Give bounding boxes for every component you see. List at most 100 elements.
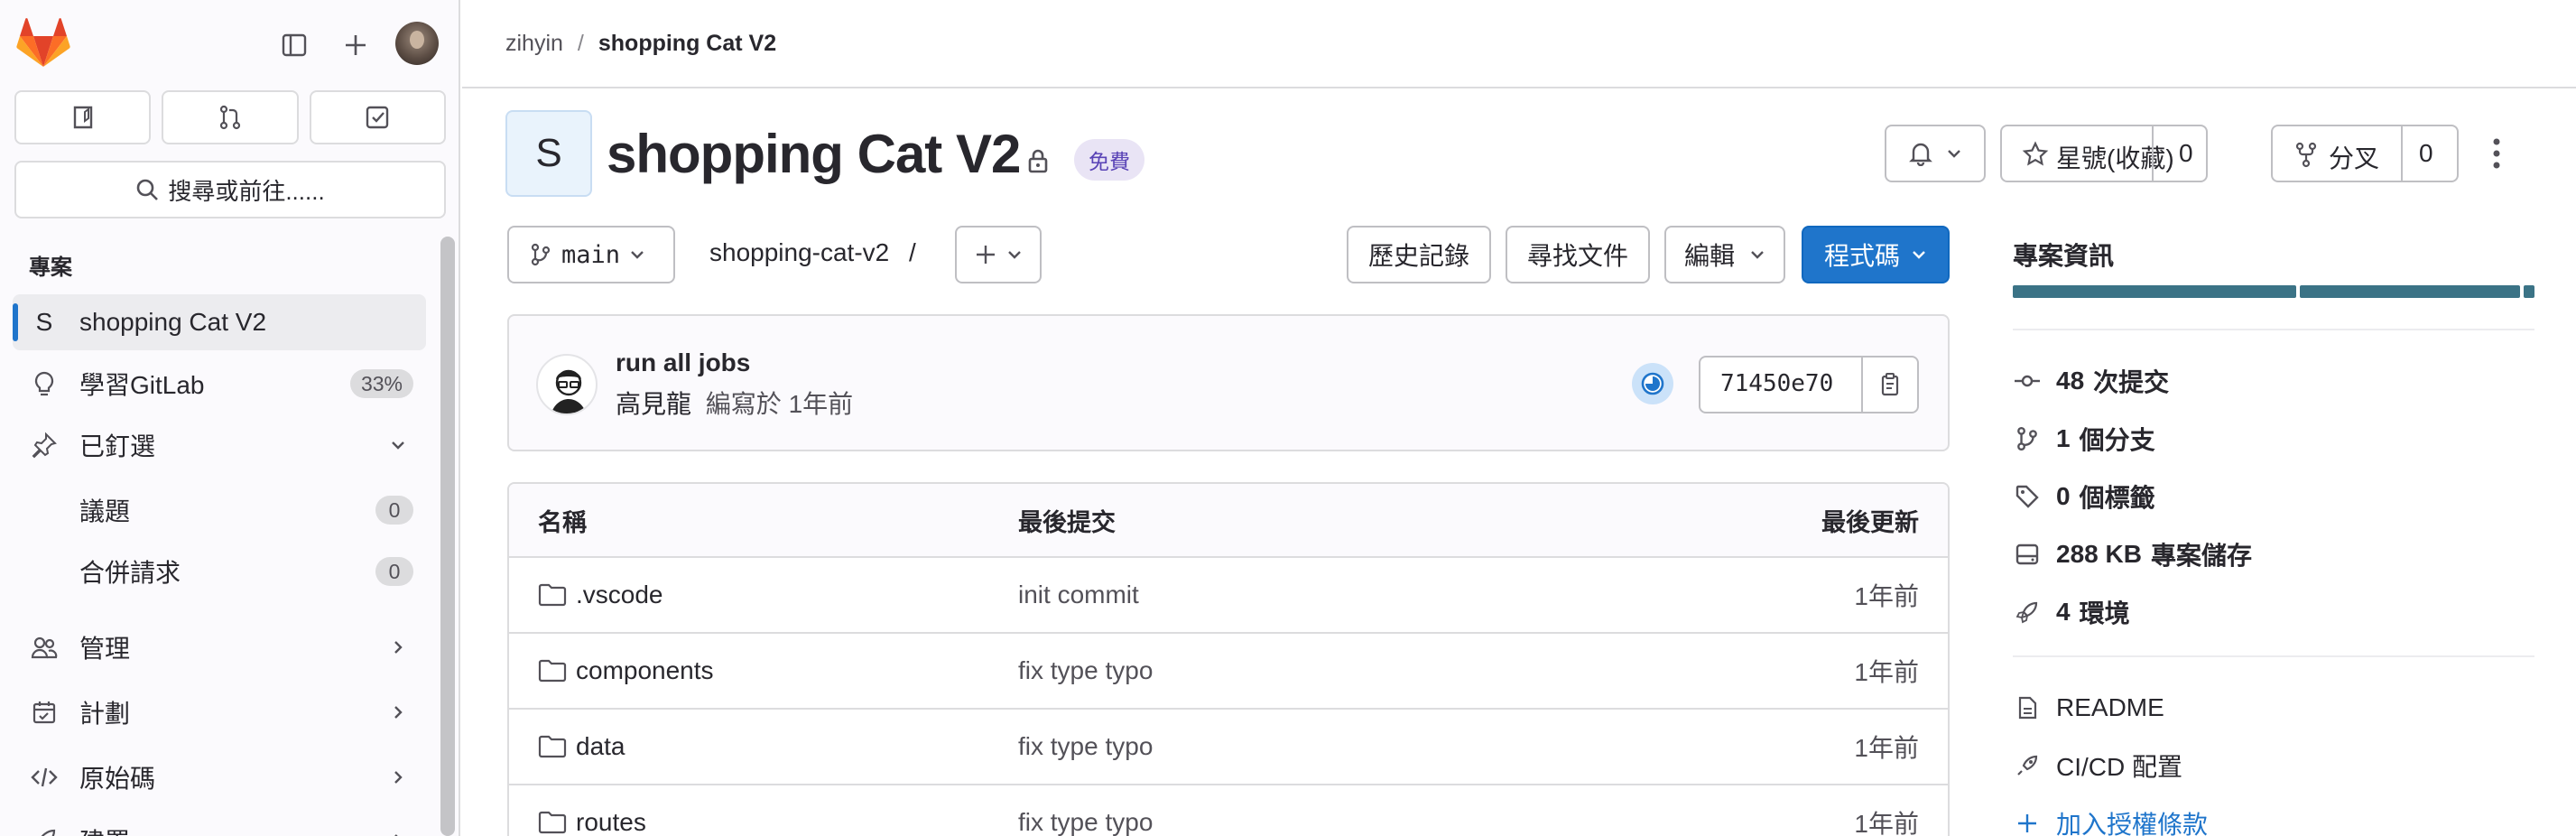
cicd-config-link[interactable]: CI/CD 配置 (2013, 748, 2182, 784)
last-update-cell: 1年前 (1854, 582, 1919, 610)
file-name-cell: .vscode (538, 558, 663, 632)
sidebar-item-label: 計劃 (79, 700, 131, 728)
last-commit-panel: run all jobs 高見龍 編寫於 1年前 71450e70 (507, 314, 1950, 451)
folder-link[interactable]: routes (576, 808, 646, 836)
sidebar: 搜尋或前往...... 專案 S shopping Cat V2 學習GitLa… (0, 0, 460, 836)
search-button[interactable]: 搜尋或前往...... (14, 161, 446, 218)
sidebar-item-learn-gitlab[interactable]: 學習GitLab 33% (13, 356, 426, 412)
language-segment[interactable] (2524, 285, 2534, 298)
pipeline-status-icon[interactable] (1632, 363, 1673, 404)
commit-message-link[interactable]: fix type typo (1018, 710, 1153, 784)
commits-stat-link[interactable]: 48 次提交 (2013, 363, 2178, 399)
edit-dropdown-button[interactable]: 編輯 (1664, 226, 1785, 283)
user-avatar[interactable] (395, 22, 439, 65)
environments-stat-link[interactable]: 4 環境 (2013, 594, 2139, 630)
folder-icon (538, 659, 567, 683)
fork-label: 分叉 (2329, 144, 2380, 172)
folder-link[interactable]: components (576, 656, 714, 685)
tags-stat-link[interactable]: 0 個標籤 (2013, 478, 2164, 515)
repo-path: shopping-cat-v2 / (709, 238, 916, 267)
commit-time: 編寫於 1年前 (705, 390, 854, 418)
sidebar-item-manage[interactable]: 管理 (13, 619, 426, 675)
todos-shortcut-button[interactable] (309, 90, 446, 144)
fork-count[interactable]: 0 (2419, 139, 2433, 168)
rocket-icon (2013, 751, 2042, 780)
gitlab-logo-icon[interactable] (16, 18, 70, 69)
commit-author-link[interactable]: 高見龍 (616, 390, 691, 418)
star-button[interactable]: 星號(收藏) 0 (2000, 125, 2208, 182)
find-file-button[interactable]: 尋找文件 (1506, 226, 1650, 283)
add-license-link[interactable]: 加入授權條款 (2013, 805, 2208, 836)
breadcrumb-owner-link[interactable]: zihyin (505, 31, 563, 57)
plus-icon (977, 246, 995, 264)
folder-icon (538, 811, 567, 834)
star-icon (2022, 141, 2049, 166)
language-segment[interactable] (2300, 285, 2520, 298)
commit-message-link[interactable]: init commit (1018, 558, 1139, 632)
history-button[interactable]: 歷史記錄 (1347, 226, 1491, 283)
commit-sha-link[interactable]: 71450e70 (1720, 370, 1833, 397)
commit-message-link[interactable]: fix type typo (1018, 785, 1153, 836)
language-segment[interactable] (2013, 285, 2296, 298)
chevron-right-icon (388, 702, 408, 722)
commit-message-link[interactable]: fix type typo (1018, 634, 1153, 708)
create-new-icon[interactable] (332, 25, 379, 65)
fork-button[interactable]: 分叉 0 (2271, 125, 2459, 182)
lock-icon (1028, 149, 1048, 173)
chevron-down-icon (631, 251, 644, 259)
folder-link[interactable]: .vscode (576, 581, 663, 609)
notification-dropdown-button[interactable] (1885, 125, 1986, 182)
rocket-icon (29, 825, 60, 836)
divider (2013, 655, 2534, 657)
sidebar-item-build[interactable]: 建置 (13, 813, 426, 836)
tag-icon (2013, 482, 2042, 511)
sidebar-toggle-icon[interactable] (271, 25, 318, 65)
folder-link[interactable]: data (576, 732, 625, 761)
merge-requests-shortcut-button[interactable] (162, 90, 299, 144)
table-row[interactable]: routes fix type typo 1年前 (509, 785, 1948, 836)
sidebar-item-issues[interactable]: 議題 0 (13, 482, 426, 538)
readme-link[interactable]: README (2013, 690, 2164, 726)
sidebar-item-code[interactable]: 原始碼 (13, 749, 426, 805)
active-indicator (13, 303, 18, 341)
branches-stat-link[interactable]: 1 個分支 (2013, 421, 2164, 457)
issues-shortcut-button[interactable] (14, 90, 152, 144)
add-to-tree-dropdown[interactable] (955, 226, 1042, 283)
column-header-last-commit: 最後提交 (1018, 508, 1116, 536)
chevron-right-icon (388, 767, 408, 787)
tier-badge: 免費 (1074, 139, 1144, 181)
storage-icon (2013, 540, 2042, 569)
sidebar-item-plan[interactable]: 計劃 (13, 684, 426, 740)
chevron-right-icon (388, 831, 408, 836)
sidebar-item-pinned[interactable]: 已釘選 (13, 417, 426, 473)
table-row[interactable]: components fix type typo 1年前 (509, 634, 1948, 710)
branches-label: 個分支 (2079, 426, 2155, 454)
sidebar-item-project[interactable]: S shopping Cat V2 (13, 294, 426, 350)
tags-label: 個標籤 (2079, 484, 2155, 512)
commit-title-link[interactable]: run all jobs (616, 348, 750, 377)
more-actions-icon[interactable] (2479, 125, 2515, 182)
copy-sha-button[interactable] (1861, 358, 1917, 412)
code-dropdown-button[interactable]: 程式碼 (1802, 226, 1950, 283)
commit-author-avatar[interactable] (536, 354, 598, 415)
sidebar-item-merge-requests[interactable]: 合併請求 0 (13, 543, 426, 599)
split-divider (2152, 126, 2154, 181)
readme-label: README (2056, 693, 2164, 721)
branch-selector[interactable]: main (507, 226, 675, 283)
breadcrumb-separator: / (577, 30, 584, 56)
column-header-name: 名稱 (538, 508, 587, 536)
tags-count: 0 (2056, 482, 2071, 510)
commit-sha-group: 71450e70 (1699, 356, 1919, 413)
sidebar-scrollbar[interactable] (440, 237, 455, 836)
language-bar[interactable] (2013, 285, 2534, 298)
environment-icon (2013, 598, 2042, 627)
table-row[interactable]: .vscode init commit 1年前 (509, 558, 1948, 634)
sidebar-shortcuts (14, 90, 446, 146)
storage-stat-link[interactable]: 288 KB 專案儲存 (2013, 536, 2261, 572)
table-row[interactable]: data fix type typo 1年前 (509, 710, 1948, 785)
code-icon (29, 762, 60, 793)
chevron-down-icon (1751, 251, 1764, 259)
breadcrumb-project-link[interactable]: shopping Cat V2 (598, 31, 776, 57)
repo-path-link[interactable]: shopping-cat-v2 (709, 238, 889, 266)
star-count[interactable]: 0 (2179, 139, 2193, 168)
